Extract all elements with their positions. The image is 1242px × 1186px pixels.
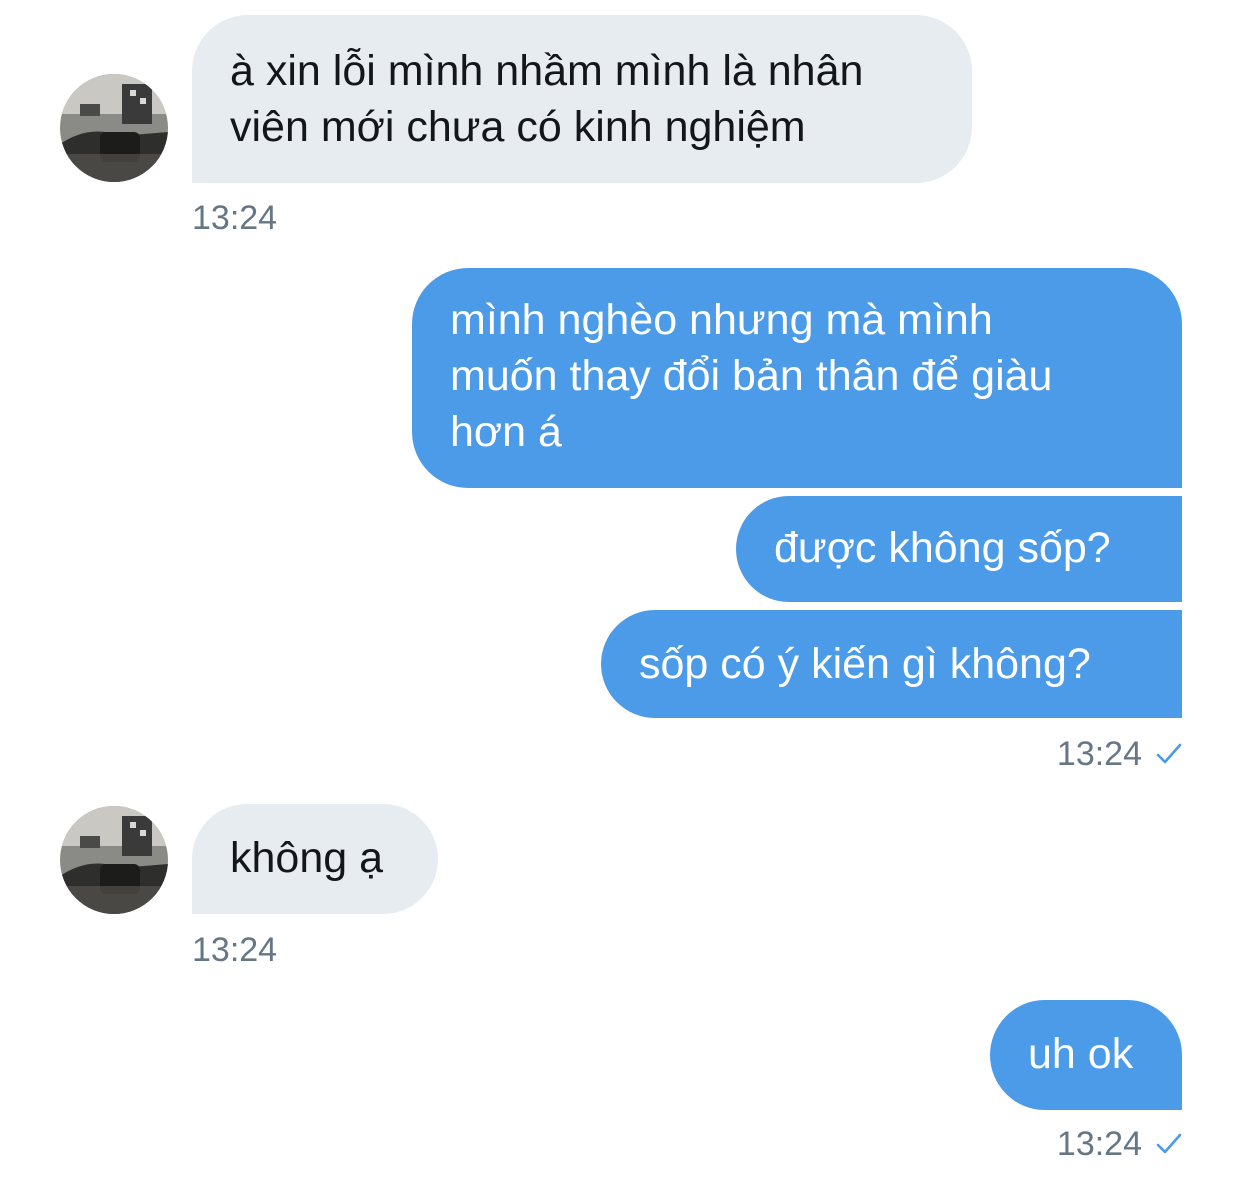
message-timestamp: 13:24 [192,931,278,969]
avatar-photo [60,74,168,182]
message-status: 13:24 [1057,1124,1182,1164]
message-text-line: mình nghèo nhưng mà mình [450,296,993,344]
message-timestamp: 13:24 [1056,1125,1142,1163]
message-text-line: viên mới chưa có kinh nghiệm [230,103,806,151]
message-status: 13:24 [1057,734,1182,774]
outgoing-message-bubble[interactable]: mình nghèo nhưng mà mình muốn thay đổi b… [412,268,1182,488]
message-text-line: được không sốp? [774,524,1111,572]
contact-avatar[interactable] [60,74,168,182]
incoming-message-bubble[interactable]: không ạ [192,804,438,914]
message-timestamp: 13:24 [192,199,278,237]
check-icon [1156,741,1182,767]
outgoing-message-bubble[interactable]: sốp có ý kiến gì không? [601,610,1182,718]
incoming-message-bubble[interactable]: à xin lỗi mình nhầm mình là nhân viên mớ… [192,15,972,183]
message-text-line: uh ok [1028,1030,1134,1078]
message-text-line: hơn á [450,408,562,456]
outgoing-message-bubble[interactable]: uh ok [990,1000,1182,1110]
outgoing-message-bubble[interactable]: được không sốp? [736,496,1182,602]
message-text-line: sốp có ý kiến gì không? [639,640,1091,688]
message-timestamp: 13:24 [1056,735,1142,773]
check-icon [1156,1131,1182,1157]
contact-avatar[interactable] [60,806,168,914]
message-text-line: không ạ [230,834,384,882]
avatar-photo [60,806,168,914]
message-text-line: muốn thay đổi bản thân để giàu [450,352,1053,400]
message-text-line: à xin lỗi mình nhầm mình là nhân [230,47,864,95]
